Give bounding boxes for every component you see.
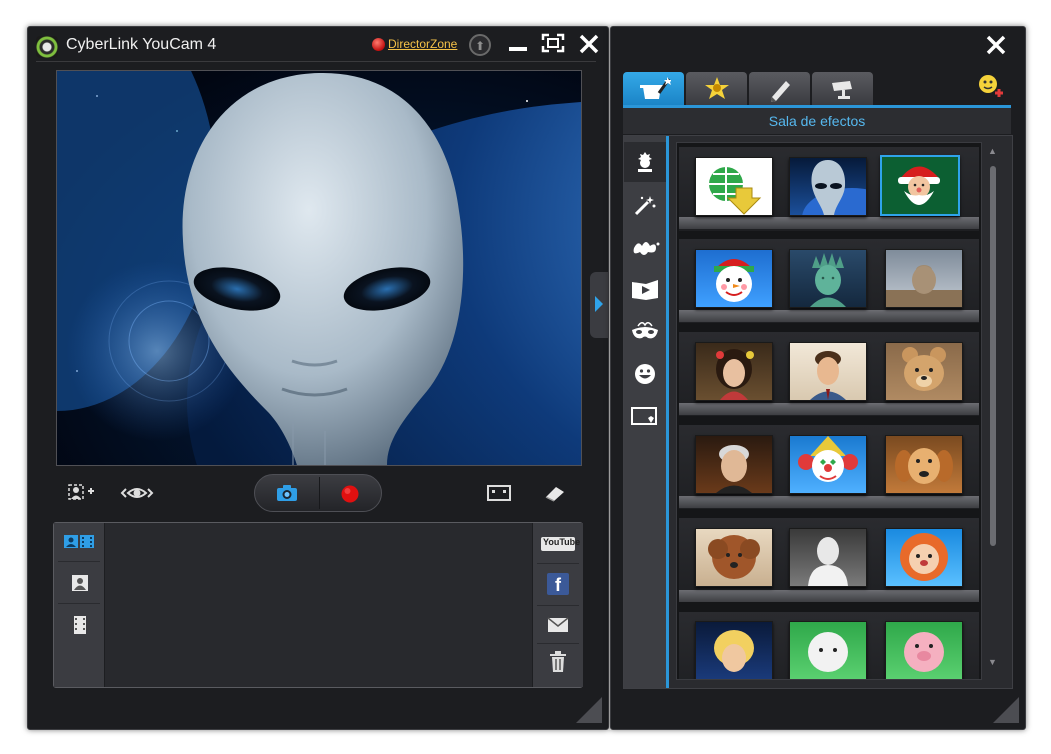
record-icon[interactable] — [340, 484, 360, 504]
effect-golden-retriever[interactable] — [885, 435, 963, 494]
panel-toggle-button[interactable] — [590, 272, 608, 338]
effect-old-man[interactable] — [695, 435, 773, 494]
effect-poodle[interactable] — [695, 528, 773, 587]
fullscreen-button[interactable] — [541, 33, 565, 53]
avatar-icon — [638, 152, 652, 172]
magic-wand-icon — [634, 196, 656, 216]
magic-hat-icon — [637, 77, 672, 107]
effect-man-avatar[interactable] — [789, 342, 867, 401]
capture-controls — [254, 474, 382, 512]
director-zone-icon[interactable] — [372, 38, 385, 51]
effect-blonde-hair[interactable] — [695, 621, 773, 679]
close-button[interactable] — [577, 30, 601, 56]
eye-tracking-icon[interactable] — [120, 483, 154, 505]
youtube-icon[interactable]: YouTube — [541, 537, 580, 551]
tab-effects[interactable] — [623, 72, 684, 105]
video-filter-icon[interactable] — [73, 615, 87, 635]
effect-terracotta-warrior[interactable] — [885, 249, 963, 308]
security-camera-icon — [828, 81, 858, 107]
effects-body: ▲ ▼ — [623, 135, 1013, 689]
splash-icon — [633, 242, 660, 255]
frame-icon — [632, 280, 658, 300]
effect-sheep[interactable] — [789, 621, 867, 679]
category-magic[interactable] — [624, 186, 666, 226]
email-icon[interactable] — [547, 617, 569, 633]
mask-icon — [632, 322, 658, 339]
main-window: CyberLink YouCam 4 DirectorZone ⬆ YouTub… — [27, 26, 609, 730]
effect-lincoln-bust[interactable] — [789, 528, 867, 587]
youtube-label: YouTube — [543, 537, 581, 547]
window-title: CyberLink YouCam 4 — [66, 36, 217, 53]
camera-icon[interactable] — [275, 483, 299, 503]
scroll-down-icon[interactable]: ▼ — [988, 657, 997, 667]
effect-alien[interactable] — [789, 157, 867, 216]
thumbnail-view-icon[interactable] — [63, 533, 95, 551]
effects-panel: Sala de efectos ▲ ▼ — [610, 26, 1026, 730]
photo-filter-icon[interactable] — [71, 574, 89, 592]
share-bar: YouTube f — [532, 523, 583, 687]
media-gallery-panel: YouTube f — [53, 522, 583, 688]
close-panel-button[interactable] — [983, 31, 1009, 57]
director-zone-link[interactable]: DirectorZone — [388, 37, 457, 51]
youcam-logo-icon — [36, 36, 58, 58]
category-avatar[interactable] — [624, 142, 666, 182]
category-frames[interactable] — [624, 270, 666, 310]
scroll-up-icon[interactable]: ▲ — [988, 146, 997, 156]
tab-surveillance[interactable] — [812, 72, 873, 105]
effect-lion-mask[interactable] — [885, 528, 963, 587]
alien-preview-image — [57, 71, 581, 465]
effects-grid — [676, 142, 982, 680]
effect-clown[interactable] — [789, 435, 867, 494]
category-scenes[interactable] — [624, 396, 666, 436]
resize-grip[interactable] — [576, 697, 602, 723]
view-mode-bar — [54, 523, 105, 687]
section-title: Sala de efectos — [623, 108, 1011, 134]
chevron-right-icon — [595, 296, 603, 312]
effect-statue-of-liberty[interactable] — [789, 249, 867, 308]
effect-woman-avatar[interactable] — [695, 342, 773, 401]
add-face-tracking-icon[interactable] — [66, 482, 98, 504]
effect-santa-claus[interactable] — [880, 155, 960, 216]
emoticon-icon — [635, 364, 655, 384]
scene-icon — [631, 407, 657, 425]
resize-grip-panel[interactable] — [993, 697, 1019, 723]
effects-scrollbar[interactable]: ▲ ▼ — [987, 146, 997, 670]
effect-download-more[interactable] — [695, 157, 773, 216]
screen-mode-icon[interactable] — [486, 483, 512, 503]
minimize-button[interactable] — [509, 41, 529, 51]
facebook-icon[interactable]: f — [547, 573, 569, 595]
category-masks[interactable] — [624, 312, 666, 352]
add-effect-icon[interactable] — [975, 71, 1005, 101]
category-emoticons[interactable] — [624, 354, 666, 394]
eraser-icon[interactable] — [542, 483, 568, 503]
pill-divider — [319, 477, 320, 509]
tab-particles[interactable] — [686, 72, 747, 105]
upload-button[interactable]: ⬆ — [469, 34, 491, 56]
scroll-thumb[interactable] — [990, 166, 996, 546]
pencil-icon — [766, 81, 794, 107]
tab-draw[interactable] — [749, 72, 810, 105]
trash-icon[interactable] — [549, 651, 567, 673]
effect-pig[interactable] — [885, 621, 963, 679]
title-separator — [36, 61, 596, 62]
category-sidebar — [624, 136, 669, 688]
effect-snowman[interactable] — [695, 249, 773, 308]
sparkle-icon — [703, 77, 731, 107]
effect-teddy-bear[interactable] — [885, 342, 963, 401]
category-splash[interactable] — [624, 228, 666, 268]
camera-preview — [56, 70, 582, 466]
